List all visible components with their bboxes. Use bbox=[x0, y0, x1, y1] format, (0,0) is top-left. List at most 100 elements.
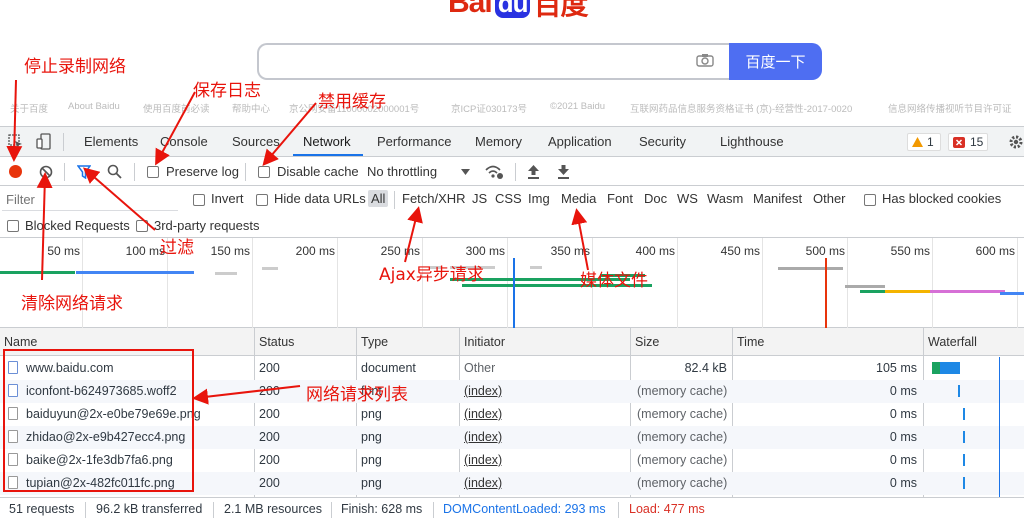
clear-icon[interactable] bbox=[39, 165, 53, 179]
footer-link[interactable]: 帮助中心 bbox=[232, 101, 270, 115]
tab-sources[interactable]: Sources bbox=[232, 134, 280, 149]
preserve-log-label[interactable]: Preserve log bbox=[166, 164, 239, 179]
blocked-requests-label[interactable]: Blocked Requests bbox=[25, 218, 130, 233]
column-header-time[interactable]: Time bbox=[737, 335, 764, 349]
filter-type-media[interactable]: Media bbox=[561, 191, 596, 206]
inspect-element-icon[interactable] bbox=[8, 134, 24, 150]
dom-content-loaded-marker bbox=[513, 258, 515, 328]
camera-icon[interactable] bbox=[696, 53, 714, 67]
filter-type-js[interactable]: JS bbox=[472, 191, 487, 206]
chevron-down-icon[interactable] bbox=[461, 169, 470, 175]
filter-type-ws[interactable]: WS bbox=[677, 191, 698, 206]
filter-bar-secondary: Blocked Requests 3rd-party requests bbox=[0, 214, 1024, 238]
finish-time: Finish: 628 ms bbox=[341, 502, 423, 516]
search-button[interactable]: 百度一下 bbox=[729, 43, 822, 80]
annotation-label: 媒体文件 bbox=[580, 271, 648, 291]
filter-type-img[interactable]: Img bbox=[528, 191, 550, 206]
request-initiator[interactable]: (index) bbox=[464, 407, 502, 421]
record-button[interactable] bbox=[9, 165, 22, 178]
request-initiator[interactable]: (index) bbox=[464, 453, 502, 467]
filter-type-font[interactable]: Font bbox=[607, 191, 633, 206]
divider bbox=[134, 163, 135, 181]
waterfall-bar bbox=[940, 362, 960, 374]
blocked-requests-checkbox[interactable] bbox=[7, 220, 19, 232]
filter-type-fetch-xhr[interactable]: Fetch/XHR bbox=[402, 191, 466, 206]
tick-label: 300 ms bbox=[465, 244, 505, 258]
overview-timeline[interactable]: 50 ms 100 ms 150 ms 200 ms 250 ms 300 ms… bbox=[0, 238, 1024, 328]
divider bbox=[394, 191, 395, 209]
request-initiator[interactable]: (index) bbox=[464, 430, 502, 444]
column-header-size[interactable]: Size bbox=[635, 335, 659, 349]
annotation-label: 过滤 bbox=[160, 238, 194, 258]
footer-link[interactable]: About Baidu bbox=[68, 101, 120, 112]
column-header-initiator[interactable]: Initiator bbox=[464, 335, 505, 349]
divider bbox=[213, 502, 214, 518]
timeline-bar bbox=[1000, 292, 1024, 295]
invert-checkbox[interactable] bbox=[193, 194, 205, 206]
request-initiator[interactable]: (index) bbox=[464, 476, 502, 490]
divider bbox=[433, 502, 434, 518]
footer-link[interactable]: 京ICP证030173号 bbox=[451, 101, 527, 115]
column-header-type[interactable]: Type bbox=[361, 335, 388, 349]
divider bbox=[63, 133, 64, 151]
network-conditions-icon[interactable] bbox=[484, 164, 504, 180]
request-status: 200 bbox=[259, 384, 280, 398]
request-size: (memory cache) bbox=[637, 453, 727, 467]
tab-application[interactable]: Application bbox=[548, 134, 612, 149]
device-toolbar-icon[interactable] bbox=[36, 133, 52, 151]
invert-label[interactable]: Invert bbox=[211, 191, 244, 206]
tab-memory[interactable]: Memory bbox=[475, 134, 522, 149]
import-har-icon[interactable] bbox=[527, 164, 540, 179]
column-header-status[interactable]: Status bbox=[259, 335, 294, 349]
footer-link[interactable]: 使用百度前必读 bbox=[143, 101, 210, 115]
gridline bbox=[762, 238, 763, 328]
filter-input[interactable] bbox=[2, 189, 178, 211]
third-party-checkbox[interactable] bbox=[136, 220, 148, 232]
tab-console[interactable]: Console bbox=[160, 134, 208, 149]
has-blocked-cookies-checkbox[interactable] bbox=[864, 194, 876, 206]
has-blocked-cookies-label[interactable]: Has blocked cookies bbox=[882, 191, 1001, 206]
divider bbox=[515, 163, 516, 181]
filter-type-css[interactable]: CSS bbox=[495, 191, 522, 206]
dom-content-loaded-time: DOMContentLoaded: 293 ms bbox=[443, 502, 606, 516]
tab-network[interactable]: Network bbox=[303, 134, 351, 149]
search-input[interactable] bbox=[257, 43, 729, 80]
request-initiator[interactable]: (index) bbox=[464, 384, 502, 398]
disable-cache-label[interactable]: Disable cache bbox=[277, 164, 359, 179]
tab-performance[interactable]: Performance bbox=[377, 134, 451, 149]
third-party-label[interactable]: 3rd-party requests bbox=[154, 218, 260, 233]
request-type: document bbox=[361, 361, 416, 375]
footer-link[interactable]: 信息网络传播视听节目许可证 bbox=[888, 101, 1012, 115]
waterfall-bar bbox=[963, 454, 965, 466]
search-icon[interactable] bbox=[107, 164, 122, 179]
timeline-bar bbox=[845, 285, 885, 288]
footer-link[interactable]: 互联网药品信息服务资格证书 (京)-经营性-2017-0020 bbox=[630, 101, 852, 115]
filter-type-doc[interactable]: Doc bbox=[644, 191, 667, 206]
filter-type-other[interactable]: Other bbox=[813, 191, 846, 206]
request-size: (memory cache) bbox=[637, 407, 727, 421]
hide-data-urls-checkbox[interactable] bbox=[256, 194, 268, 206]
gear-icon[interactable] bbox=[1008, 134, 1024, 150]
filter-type-wasm[interactable]: Wasm bbox=[707, 191, 743, 206]
tab-elements[interactable]: Elements bbox=[84, 134, 138, 149]
errors-counter[interactable]: 15 bbox=[948, 133, 988, 151]
gridline bbox=[932, 238, 933, 328]
filter-type-manifest[interactable]: Manifest bbox=[753, 191, 802, 206]
tab-lighthouse[interactable]: Lighthouse bbox=[720, 134, 784, 149]
export-har-icon[interactable] bbox=[557, 164, 570, 179]
filter-type-all[interactable]: All bbox=[368, 190, 389, 207]
timeline-bar bbox=[778, 267, 843, 270]
request-type: png bbox=[361, 453, 382, 467]
warnings-counter[interactable]: 1 bbox=[907, 133, 941, 151]
throttling-select[interactable]: No throttling bbox=[367, 164, 437, 179]
filter-icon[interactable] bbox=[77, 165, 91, 179]
preserve-log-checkbox[interactable] bbox=[147, 166, 159, 178]
annotation-box bbox=[3, 349, 194, 492]
tab-security[interactable]: Security bbox=[639, 134, 686, 149]
disable-cache-checkbox[interactable] bbox=[258, 166, 270, 178]
tick-label: 150 ms bbox=[210, 244, 250, 258]
footer-link[interactable]: 关于百度 bbox=[10, 101, 48, 115]
column-header-name[interactable]: Name bbox=[4, 335, 37, 349]
column-header-waterfall[interactable]: Waterfall bbox=[928, 335, 977, 349]
hide-data-urls-label[interactable]: Hide data URLs bbox=[274, 191, 366, 206]
